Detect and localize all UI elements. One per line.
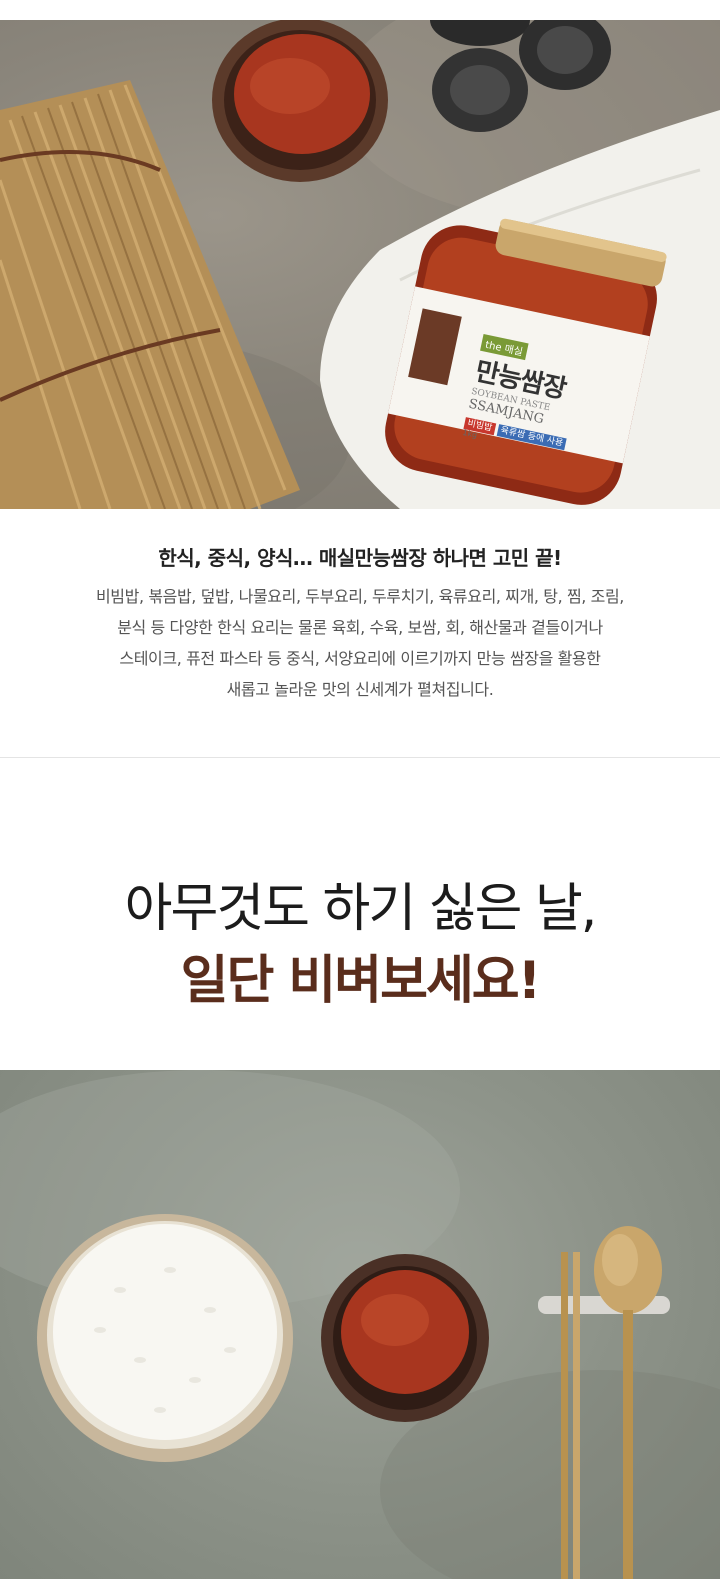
intro-title: 한식, 중식, 양식… 매실만능쌈장 하나면 고민 끝! — [158, 546, 562, 570]
intro-line: 비빔밥, 볶음밥, 덮밥, 나물요리, 두부요리, 두루치기, 육류요리, 찌개… — [95, 587, 624, 606]
intro-line: 스테이크, 퓨전 파스타 등 중식, 서양요리에 이르기까지 만능 쌈장을 활용… — [119, 649, 601, 668]
intro-body: 비빔밥, 볶음밥, 덮밥, 나물요리, 두부요리, 두루치기, 육류요리, 찌개… — [40, 581, 680, 705]
headline-line-1: 아무것도 하기 싫은 날, — [124, 879, 598, 939]
headline-section: 아무것도 하기 싫은 날, 일단 비벼보세요! — [0, 758, 720, 1070]
rice-and-paste-photo — [0, 1070, 720, 1579]
intro-line: 새롭고 놀라운 맛의 신세계가 펼쳐집니다. — [226, 680, 494, 699]
paste-bowl-small — [321, 1254, 489, 1422]
intro-line: 분식 등 다양한 한식 요리는 물론 육회, 수육, 보쌈, 회, 해산물과 곁… — [117, 618, 603, 637]
headline-line-2: 일단 비벼보세요! — [180, 951, 542, 1011]
intro-section: 한식, 중식, 양식… 매실만능쌈장 하나면 고민 끝! 비빔밥, 볶음밥, 덮… — [0, 509, 720, 759]
rice-bowl — [37, 1214, 293, 1462]
paste-bowl — [212, 20, 388, 182]
product-hero-photo: the 매실 만능쌈장 SOYBEAN PASTE SSAMJANG 비빔밥 육… — [0, 20, 720, 509]
